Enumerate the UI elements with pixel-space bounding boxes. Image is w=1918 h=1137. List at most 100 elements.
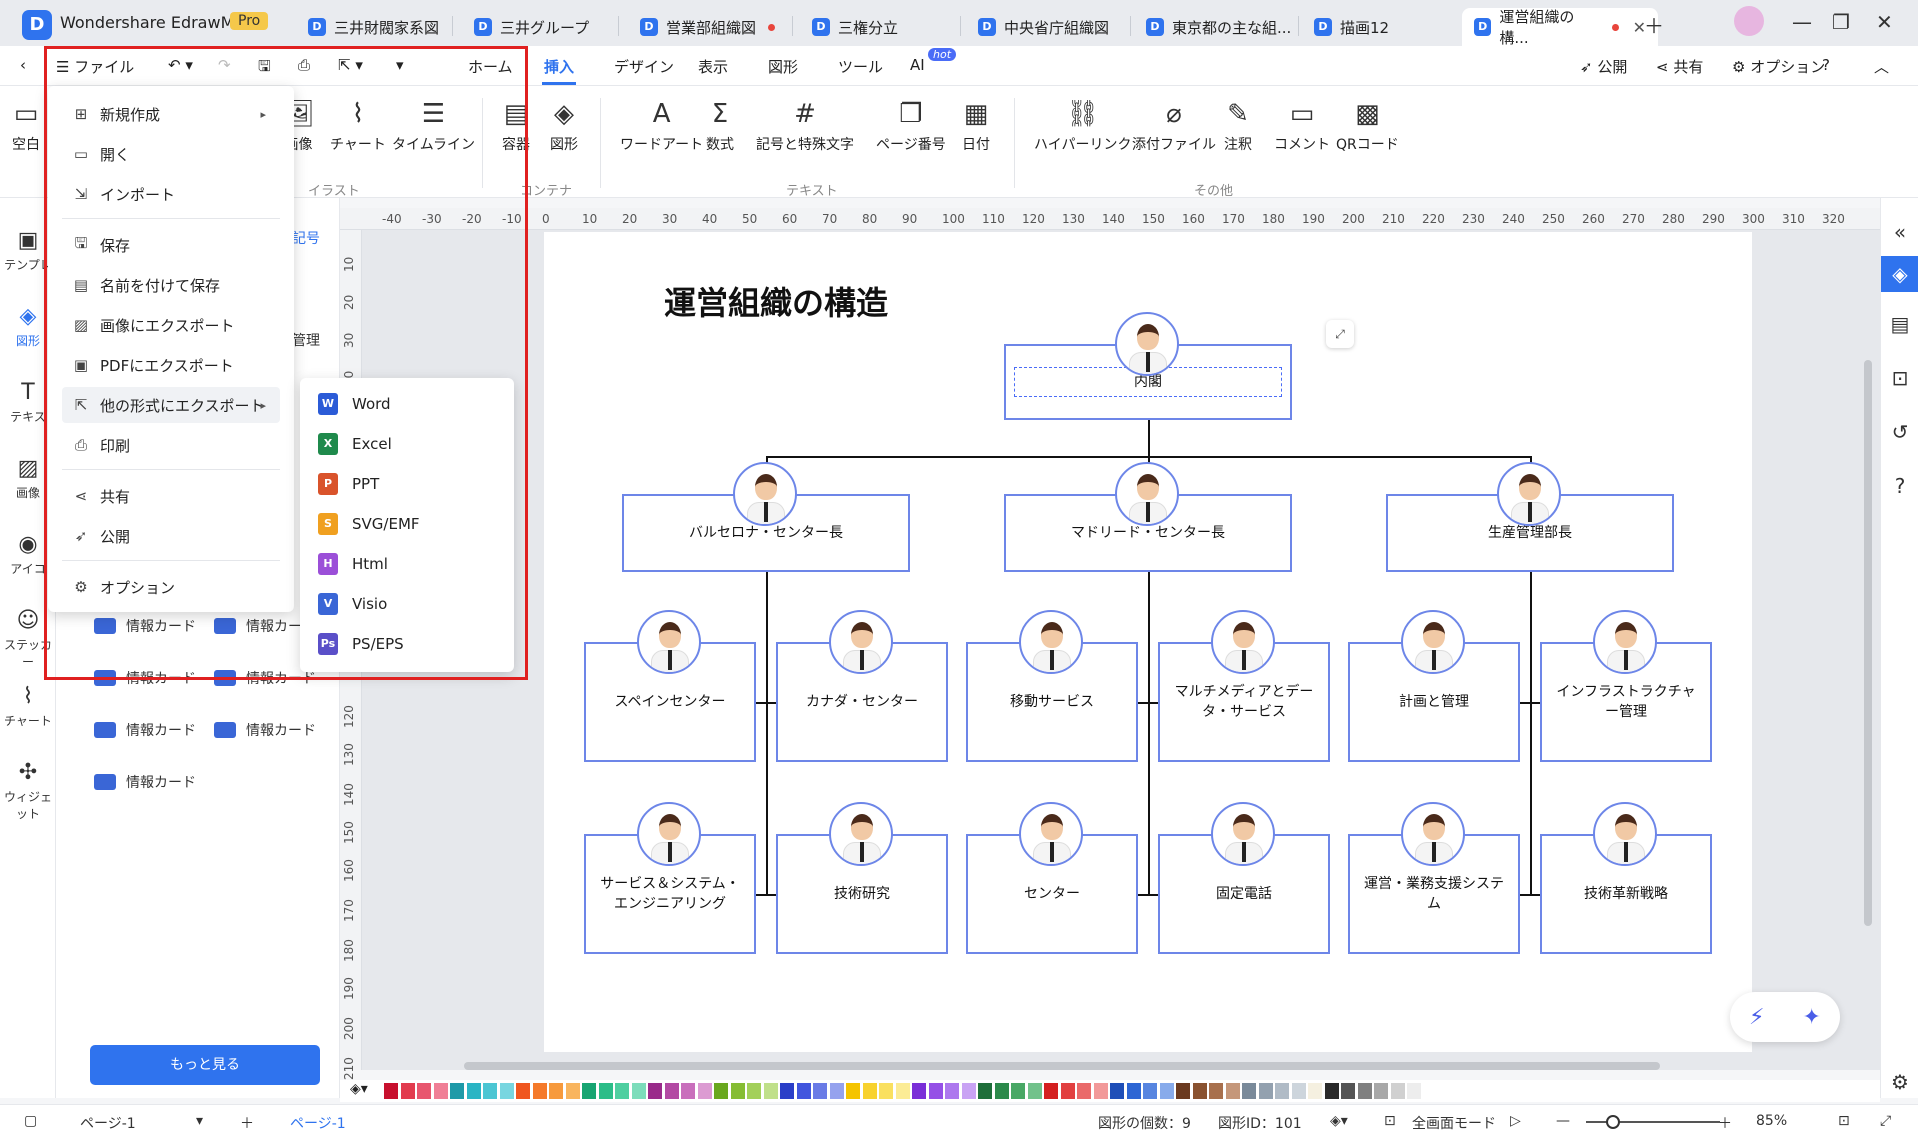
color-swatch[interactable]: [763, 1083, 778, 1099]
color-swatch[interactable]: [1275, 1083, 1289, 1099]
color-swatch[interactable]: [433, 1083, 448, 1099]
color-swatch[interactable]: [747, 1083, 761, 1099]
page-list-icon[interactable]: ▢: [24, 1113, 37, 1129]
menu-insert[interactable]: 挿入: [544, 56, 574, 77]
close-window-icon[interactable]: ✕: [1876, 10, 1893, 34]
restore-icon[interactable]: ❐: [1832, 10, 1850, 34]
rail-widget[interactable]: ✣ ウィジェット: [0, 758, 56, 822]
ribbon-qr[interactable]: ▩ QRコード: [1336, 94, 1399, 154]
expand-icon[interactable]: ⤢: [1326, 320, 1354, 348]
color-swatch[interactable]: [532, 1083, 547, 1099]
color-swatch[interactable]: [862, 1083, 877, 1099]
ribbon-annotation[interactable]: ✎ 注釈: [1224, 94, 1252, 154]
ribbon-date[interactable]: ▦ 日付: [962, 94, 990, 154]
color-swatch[interactable]: [1192, 1083, 1207, 1099]
ribbon-comment[interactable]: ▭ コメント: [1274, 94, 1330, 154]
color-swatch[interactable]: [780, 1083, 794, 1099]
color-swatch[interactable]: [384, 1083, 398, 1099]
fullscreen-mode[interactable]: 全画面モード: [1412, 1113, 1496, 1133]
color-swatch[interactable]: [681, 1083, 695, 1099]
color-swatch[interactable]: [598, 1083, 613, 1099]
color-swatch[interactable]: [1093, 1083, 1108, 1099]
layers-icon[interactable]: ◈▾: [1330, 1113, 1348, 1129]
color-swatch[interactable]: [648, 1083, 662, 1099]
color-swatch[interactable]: [483, 1083, 497, 1099]
help-icon[interactable]: ?: [1822, 56, 1830, 74]
color-swatch[interactable]: [1110, 1083, 1124, 1099]
help-circle-icon[interactable]: ?: [1881, 474, 1918, 498]
ribbon-attachment[interactable]: ⌀ 添付ファイル: [1132, 94, 1216, 154]
color-swatch[interactable]: [1027, 1083, 1042, 1099]
ribbon-blank[interactable]: ▭ 空白: [12, 94, 40, 154]
color-swatch[interactable]: [631, 1083, 646, 1099]
color-swatch[interactable]: [615, 1083, 629, 1099]
color-swatch[interactable]: [1291, 1083, 1306, 1099]
color-swatch[interactable]: [829, 1083, 844, 1099]
color-swatch[interactable]: [730, 1083, 745, 1099]
zoom-level[interactable]: 85%: [1756, 1113, 1787, 1129]
color-swatch[interactable]: [994, 1083, 1009, 1099]
color-swatch[interactable]: [945, 1083, 959, 1099]
ribbon-hyperlink[interactable]: ⛓ ハイパーリンク: [1034, 94, 1131, 154]
color-swatch[interactable]: [697, 1083, 712, 1099]
ribbon-formula[interactable]: Σ 数式: [706, 94, 734, 154]
doc-tab[interactable]: D 東京都の主な組...: [1134, 8, 1303, 46]
doc-tab[interactable]: D 三井財閥家系図: [296, 8, 451, 46]
collapse-panel-icon[interactable]: «: [1881, 220, 1918, 244]
ribbon-shape[interactable]: ◈ 図形: [550, 94, 578, 154]
more-button[interactable]: もっと見る: [90, 1045, 320, 1085]
color-swatch[interactable]: [565, 1083, 580, 1099]
fill-icon[interactable]: ◈: [1881, 256, 1918, 292]
collapse-ribbon-icon[interactable]: ︿: [1874, 56, 1889, 77]
sparkle-icon[interactable]: ✦: [1803, 1005, 1821, 1030]
color-swatch[interactable]: [1011, 1083, 1025, 1099]
color-swatch[interactable]: [549, 1083, 563, 1099]
color-swatch[interactable]: [1258, 1083, 1273, 1099]
color-swatch[interactable]: [978, 1083, 992, 1099]
color-swatch[interactable]: [1143, 1083, 1157, 1099]
minimize-icon[interactable]: —: [1792, 10, 1812, 34]
color-swatch[interactable]: [1357, 1083, 1372, 1099]
color-swatch[interactable]: [400, 1083, 415, 1099]
options-button[interactable]: ⚙ オプション: [1732, 56, 1825, 77]
color-swatch[interactable]: [450, 1083, 464, 1099]
ribbon-symbol[interactable]: # 記号と特殊文字: [756, 94, 854, 154]
fullscreen-icon[interactable]: ⊡: [1384, 1113, 1396, 1129]
page-select[interactable]: ページ-1: [80, 1113, 136, 1133]
publish-button[interactable]: ➶ 公開: [1580, 56, 1627, 77]
menu-ai[interactable]: AI: [910, 56, 925, 74]
doc-tab[interactable]: D 三権分立: [800, 8, 910, 46]
new-tab-icon[interactable]: ＋: [1644, 10, 1664, 39]
color-swatch[interactable]: [516, 1083, 530, 1099]
history-icon[interactable]: ↺: [1881, 420, 1918, 444]
menu-tools[interactable]: ツール: [838, 56, 883, 77]
zoom-in-icon[interactable]: ＋: [1718, 1113, 1732, 1133]
play-icon[interactable]: ▷: [1510, 1113, 1521, 1129]
fill-bucket-icon[interactable]: ◈▾: [350, 1081, 368, 1097]
color-swatch[interactable]: [1176, 1083, 1190, 1099]
back-icon[interactable]: ‹: [20, 56, 26, 74]
fit-width-icon[interactable]: ⤢: [1880, 1113, 1891, 1129]
color-swatch[interactable]: [499, 1083, 514, 1099]
color-swatch[interactable]: [1390, 1083, 1405, 1099]
color-swatch[interactable]: [813, 1083, 827, 1099]
color-swatch[interactable]: [1060, 1083, 1075, 1099]
color-swatch[interactable]: [1308, 1083, 1322, 1099]
page-properties-icon[interactable]: ▤: [1881, 312, 1918, 336]
fit-page-icon[interactable]: ⊡: [1838, 1113, 1850, 1129]
color-swatch[interactable]: [466, 1083, 481, 1099]
info-card[interactable]: 情報カード: [214, 720, 316, 740]
settings-icon[interactable]: ⚙: [1881, 1070, 1918, 1094]
color-swatch[interactable]: [417, 1083, 431, 1099]
ribbon-page-number[interactable]: ❐ ページ番号: [876, 94, 946, 154]
color-swatch[interactable]: [1077, 1083, 1091, 1099]
info-card[interactable]: 情報カード: [94, 772, 196, 792]
horizontal-scrollbar[interactable]: [464, 1062, 1660, 1070]
color-swatch[interactable]: [1159, 1083, 1174, 1099]
color-swatch[interactable]: [1209, 1083, 1223, 1099]
add-page-icon[interactable]: ＋: [240, 1113, 254, 1133]
color-swatch[interactable]: [1225, 1083, 1240, 1099]
color-swatch[interactable]: [582, 1083, 596, 1099]
color-swatch[interactable]: [1126, 1083, 1141, 1099]
color-swatch[interactable]: [1407, 1083, 1421, 1099]
